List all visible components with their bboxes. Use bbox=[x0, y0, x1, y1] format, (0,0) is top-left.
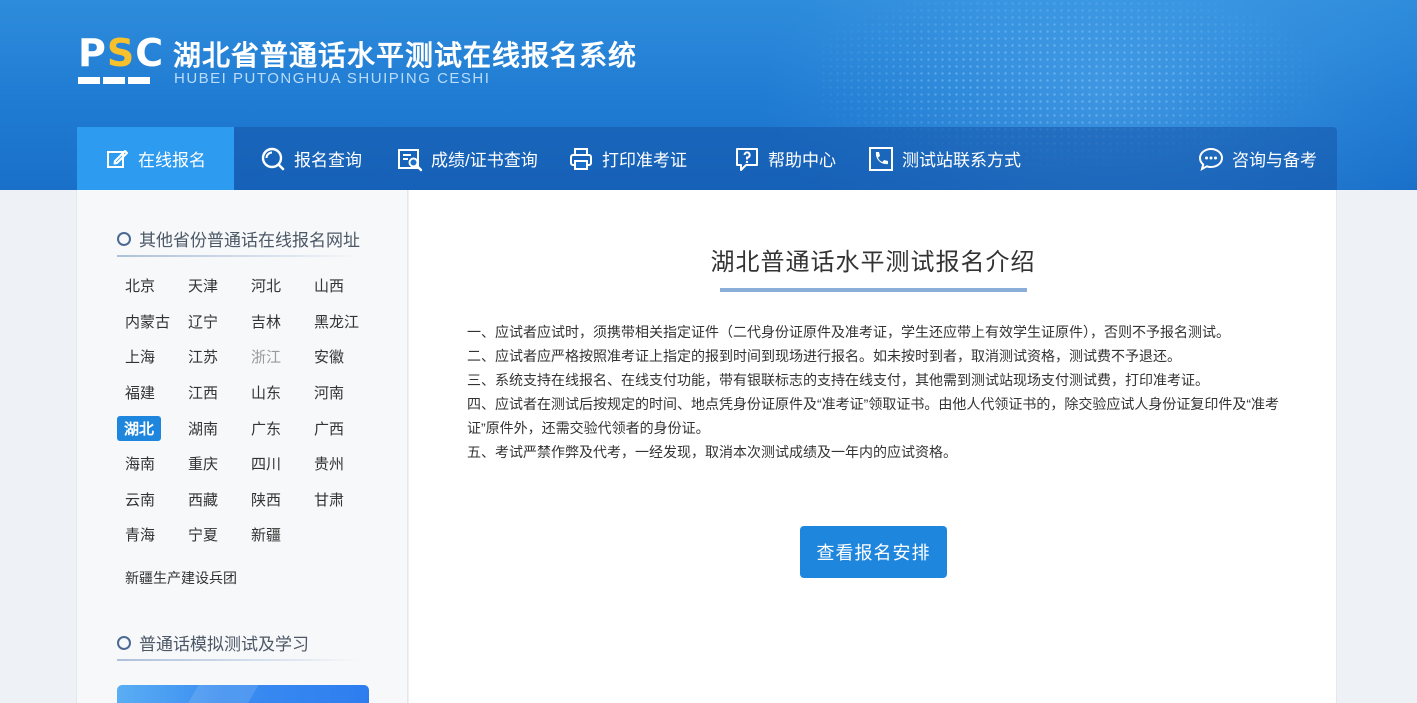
nav-label: 在线报名 bbox=[138, 151, 206, 170]
psc-logo[interactable]: PSC bbox=[78, 34, 163, 86]
province-link[interactable]: 甘肃 bbox=[306, 482, 369, 518]
edit-icon bbox=[107, 149, 128, 168]
nav-item-score-certificate-query[interactable]: 成绩/证书查询 bbox=[397, 127, 538, 190]
province-link[interactable]: 河南 bbox=[306, 375, 369, 411]
rule-item: 二、应试者应严格按照准考证上指定的报到时间到现场进行报名。如未按时到者，取消测试… bbox=[467, 348, 1181, 364]
rule-item: 五、考试严禁作弊及代考，一经发现，取消本次测试成绩及一年内的应试资格。 bbox=[467, 444, 957, 460]
province-link[interactable]: 重庆 bbox=[180, 446, 243, 482]
province-link[interactable]: 江苏 bbox=[180, 339, 243, 375]
circle-bullet-icon bbox=[117, 231, 131, 246]
printer-icon bbox=[570, 147, 592, 170]
province-link[interactable]: 黑龙江 bbox=[306, 304, 369, 340]
certificate-search-icon bbox=[398, 148, 423, 171]
province-link[interactable]: 上海 bbox=[117, 339, 180, 375]
section-other-provinces-heading: 其他省份普通话在线报名网址 bbox=[117, 226, 360, 251]
page-title: 湖北普通话水平测试报名介绍 bbox=[710, 249, 1036, 276]
province-link-selected[interactable]: 湖北 bbox=[117, 410, 180, 446]
province-link[interactable]: 宁夏 bbox=[180, 517, 243, 553]
help-icon bbox=[736, 147, 758, 171]
nav-label: 测试站联系方式 bbox=[902, 151, 1021, 170]
nav-item-test-station-contact[interactable]: 测试站联系方式 bbox=[868, 127, 1021, 190]
province-link[interactable]: 云南 bbox=[117, 482, 180, 518]
phone-icon bbox=[869, 146, 893, 171]
section-title: 其他省份普通话在线报名网址 bbox=[139, 231, 360, 250]
main-nav: 在线报名 报名查询 成绩/证书查询 打印准考证 帮助中心 测试站联系方式 咨询与… bbox=[77, 127, 1337, 190]
nav-item-online-registration[interactable]: 在线报名 bbox=[77, 127, 234, 190]
province-link-xinjiang-corps[interactable]: 新疆生产建设兵团 bbox=[125, 568, 237, 588]
province-link[interactable]: 陕西 bbox=[243, 482, 306, 518]
nav-item-registration-query[interactable]: 报名查询 bbox=[260, 127, 362, 190]
province-link[interactable]: 西藏 bbox=[180, 482, 243, 518]
rule-item: 一、应试者应试时，须携带相关指定证件（二代身份证原件及准考证，学生还应带上有效学… bbox=[467, 324, 1230, 340]
registration-rules: 一、应试者应试时，须携带相关指定证件（二代身份证原件及准考证，学生还应带上有效学… bbox=[467, 320, 1287, 464]
chat-icon bbox=[1198, 147, 1224, 171]
sidebar: 其他省份普通话在线报名网址 北京 天津 河北 山西 内蒙古 辽宁 吉林 黑龙江 … bbox=[76, 190, 408, 703]
nav-item-help-center[interactable]: 帮助中心 bbox=[734, 127, 836, 190]
province-link-disabled: 浙江 bbox=[251, 349, 282, 367]
province-links: 北京 天津 河北 山西 内蒙古 辽宁 吉林 黑龙江 上海 江苏 浙江 安徽 福建… bbox=[117, 268, 377, 553]
province-link[interactable]: 海南 bbox=[117, 446, 180, 482]
nav-label: 报名查询 bbox=[294, 151, 362, 170]
province-link[interactable]: 福建 bbox=[117, 375, 180, 411]
site-header: PSC 湖北省普通话水平测试在线报名系统 HUBEI PUTONGHUA SHU… bbox=[0, 0, 1417, 190]
province-link[interactable]: 四川 bbox=[243, 446, 306, 482]
nav-label: 帮助中心 bbox=[768, 151, 836, 170]
section-divider bbox=[117, 659, 361, 661]
province-link[interactable]: 吉林 bbox=[243, 304, 306, 340]
province-link[interactable]: 天津 bbox=[180, 268, 243, 304]
main-content: 湖北普通话水平测试报名介绍 一、应试者应试时，须携带相关指定证件（二代身份证原件… bbox=[409, 190, 1337, 703]
rule-item: 四、应试者在测试后按规定的时间、地点凭身份证原件及“准考证”领取证书。由他人代领… bbox=[467, 396, 1279, 436]
nav-label: 成绩/证书查询 bbox=[431, 151, 538, 170]
province-link[interactable]: 山东 bbox=[243, 375, 306, 411]
nav-label: 打印准考证 bbox=[602, 151, 687, 170]
title-underline bbox=[720, 288, 1027, 292]
province-link[interactable]: 广西 bbox=[306, 410, 369, 446]
province-link[interactable]: 新疆 bbox=[243, 517, 306, 553]
province-link[interactable]: 内蒙古 bbox=[117, 304, 180, 340]
province-link[interactable]: 北京 bbox=[117, 268, 180, 304]
rule-item: 三、系统支持在线报名、在线支付功能，带有银联标志的支持在线支付，其他需到测试站现… bbox=[467, 372, 1209, 388]
province-link[interactable]: 广东 bbox=[243, 410, 306, 446]
province-link[interactable]: 辽宁 bbox=[180, 304, 243, 340]
section-divider bbox=[117, 255, 361, 257]
province-link[interactable]: 贵州 bbox=[306, 446, 369, 482]
nav-item-consult-and-prepare[interactable]: 咨询与备考 bbox=[1198, 127, 1317, 190]
province-link[interactable]: 河北 bbox=[243, 268, 306, 304]
province-link[interactable]: 山西 bbox=[306, 268, 369, 304]
logo-bars bbox=[78, 77, 150, 84]
logo-text: PSC bbox=[78, 31, 165, 75]
site-subtitle: HUBEI PUTONGHUA SHUIPING CESHI bbox=[174, 70, 491, 87]
nav-label: 咨询与备考 bbox=[1232, 151, 1317, 170]
province-link[interactable]: 江西 bbox=[180, 375, 243, 411]
province-link[interactable]: 安徽 bbox=[306, 339, 369, 375]
section-mock-test-heading: 普通话模拟测试及学习 bbox=[117, 630, 309, 655]
province-link[interactable]: 湖南 bbox=[180, 410, 243, 446]
site-title: 湖北省普通话水平测试在线报名系统 bbox=[173, 40, 638, 71]
search-icon bbox=[261, 147, 285, 170]
nav-item-print-admission-ticket[interactable]: 打印准考证 bbox=[568, 127, 687, 190]
province-link[interactable]: 青海 bbox=[117, 517, 180, 553]
banner-decoration bbox=[169, 685, 265, 703]
view-schedule-button[interactable]: 查看报名安排 bbox=[800, 526, 947, 578]
mock-test-banner[interactable] bbox=[117, 685, 369, 703]
circle-bullet-icon bbox=[117, 635, 131, 650]
section-title: 普通话模拟测试及学习 bbox=[139, 635, 309, 654]
